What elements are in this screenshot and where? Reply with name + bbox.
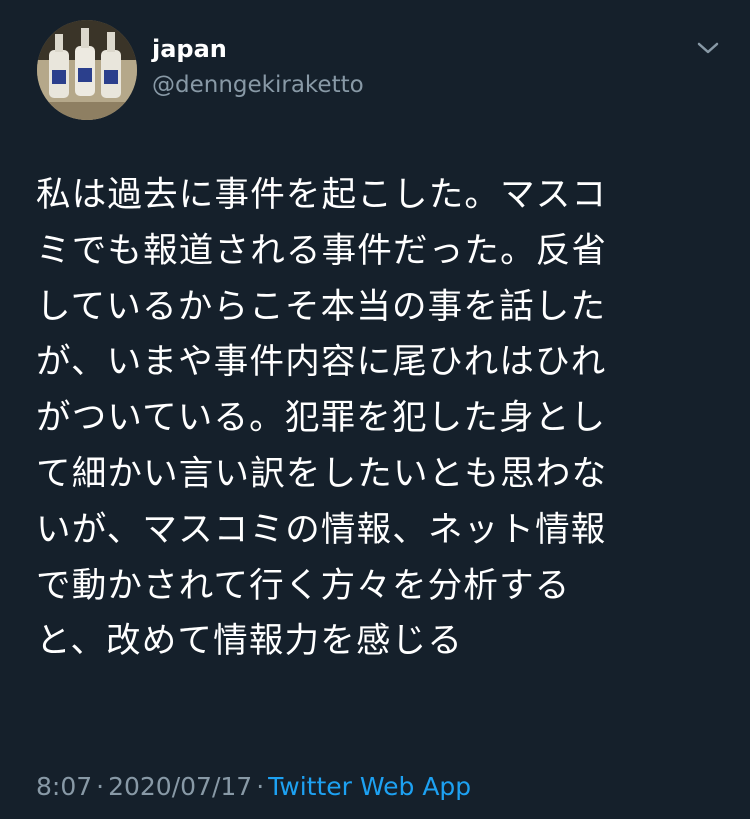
meta-separator: · [96, 772, 105, 801]
avatar-image [37, 20, 137, 120]
tweet-card: japan @denngekiraketto 私は過去に事件を起こした。マスコ … [0, 0, 750, 819]
more-options-button[interactable] [690, 34, 726, 62]
meta-separator: · [256, 772, 265, 801]
display-name[interactable]: japan [152, 34, 227, 64]
tweet-meta: 8:07 · 2020/07/17 · Twitter Web App [36, 770, 471, 804]
user-handle[interactable]: @denngekiraketto [152, 70, 364, 100]
tweet-time[interactable]: 8:07 [36, 772, 92, 801]
tweet-text: 私は過去に事件を起こした。マスコ ミでも報道される事件だった。反省 しているから… [36, 175, 608, 662]
avatar[interactable] [37, 20, 137, 120]
tweet-date[interactable]: 2020/07/17 [108, 772, 252, 801]
tweet-source-link[interactable]: Twitter Web App [268, 772, 471, 801]
chevron-down-icon [697, 42, 719, 54]
